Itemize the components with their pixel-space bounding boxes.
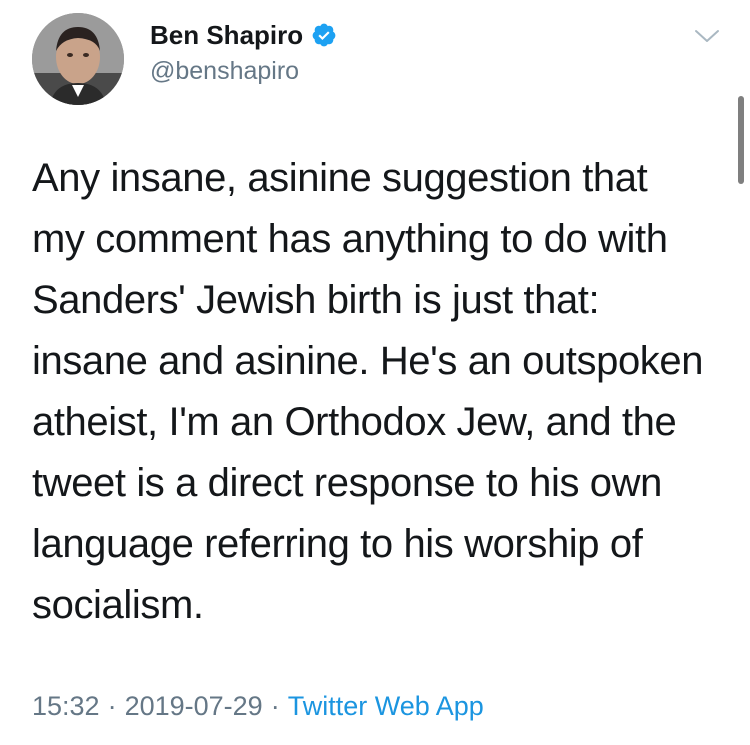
display-name[interactable]: Ben Shapiro bbox=[150, 18, 303, 52]
meta-separator: · bbox=[107, 691, 117, 721]
tweet-text: Any insane, asinine suggestion that my c… bbox=[32, 156, 704, 627]
scrollbar[interactable] bbox=[738, 96, 744, 184]
avatar-image bbox=[32, 13, 124, 105]
tweet-source-link[interactable]: Twitter Web App bbox=[288, 691, 484, 721]
meta-separator: · bbox=[270, 691, 280, 721]
handle[interactable]: @benshapiro bbox=[150, 55, 337, 87]
tweet-card: Ben Shapiro @benshapiro Any insane, asin… bbox=[0, 0, 750, 745]
avatar[interactable] bbox=[32, 13, 124, 105]
tweet-meta: 15:32 · 2019-07-29 · Twitter Web App bbox=[32, 686, 484, 726]
name-row: Ben Shapiro bbox=[150, 18, 337, 52]
chevron-down-icon[interactable] bbox=[694, 26, 720, 46]
author-block: Ben Shapiro @benshapiro bbox=[150, 18, 337, 87]
tweet-time[interactable]: 15:32 bbox=[32, 691, 100, 721]
verified-badge-icon bbox=[311, 22, 337, 48]
tweet-date[interactable]: 2019-07-29 bbox=[125, 691, 263, 721]
